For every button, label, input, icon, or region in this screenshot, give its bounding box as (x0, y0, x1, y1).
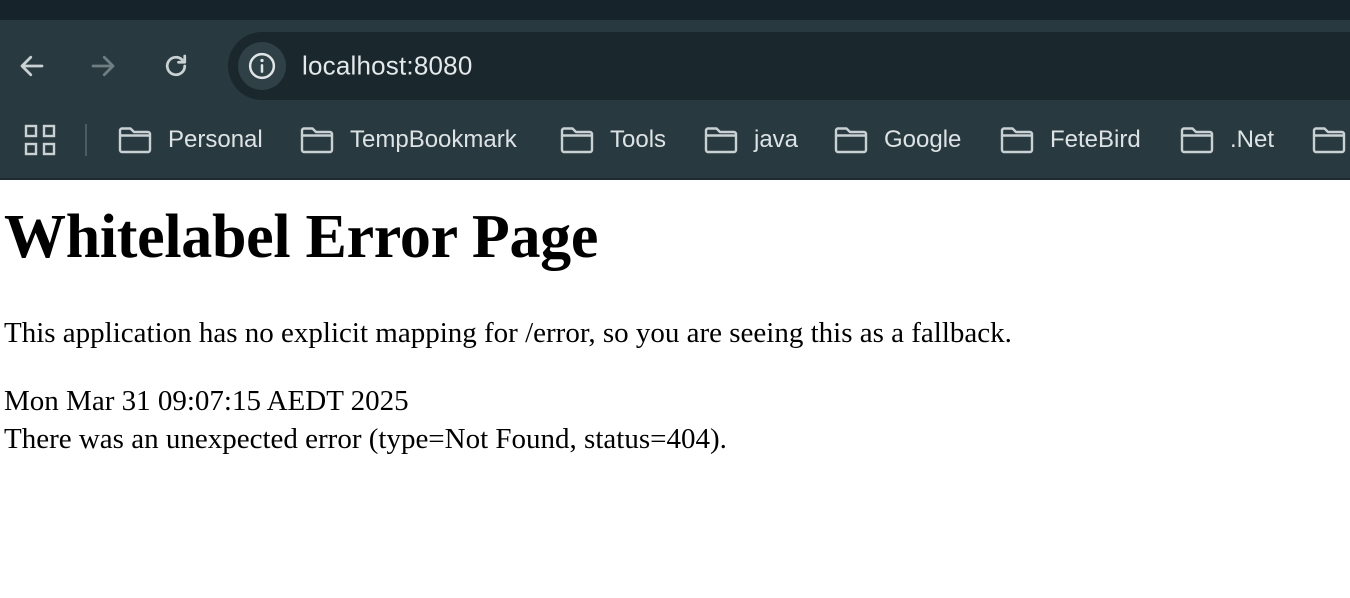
bookmark-label: Google (884, 126, 962, 153)
arrow-left-icon (20, 55, 44, 77)
reload-icon (165, 54, 187, 77)
back-button[interactable] (15, 49, 49, 83)
bookmark-folder-dotnet[interactable]: .Net (1180, 100, 1275, 178)
address-bar[interactable]: localhost:8080 (228, 32, 1350, 100)
folder-icon (704, 127, 738, 154)
bookmark-label: Tools (610, 126, 667, 153)
site-info-button[interactable] (238, 42, 286, 90)
folder-icon (834, 127, 868, 154)
bookmarks-bar: Personal TempBookmark Tools java Google (0, 100, 1350, 180)
bookmarks-divider (85, 124, 87, 156)
browser-toolbar: localhost:8080 (0, 20, 1350, 100)
bookmark-folder-tools[interactable]: Tools (560, 100, 667, 178)
info-icon (248, 52, 276, 80)
bookmark-folder-fetebird[interactable]: FeteBird (1000, 100, 1141, 178)
bookmark-label: TempBookmark (350, 126, 517, 153)
bookmark-folder-google[interactable]: Google (834, 100, 962, 178)
folder-icon (300, 127, 334, 154)
page-title: Whitelabel Error Page (4, 203, 599, 271)
bookmark-folder-overflow[interactable] (1312, 100, 1350, 178)
url-text[interactable]: localhost:8080 (302, 51, 472, 82)
browser-title-strip (0, 0, 1350, 20)
folder-icon (1000, 127, 1034, 154)
bookmark-label: .Net (1230, 126, 1275, 153)
bookmark-folder-java[interactable]: java (704, 100, 799, 178)
bookmark-label: java (754, 126, 799, 153)
error-detail: There was an unexpected error (type=Not … (4, 423, 727, 455)
bookmark-folder-personal[interactable]: Personal (118, 100, 263, 178)
bookmark-label: FeteBird (1050, 126, 1141, 153)
apps-grid-icon[interactable] (24, 124, 56, 156)
folder-icon (118, 127, 152, 154)
forward-button[interactable] (86, 49, 120, 83)
reload-button[interactable] (159, 49, 193, 83)
bookmark-label: Personal (168, 126, 263, 153)
arrow-right-icon (91, 55, 115, 77)
folder-icon (560, 127, 594, 154)
error-message: This application has no explicit mapping… (4, 317, 1012, 349)
page-content: Whitelabel Error Page This application h… (0, 180, 1350, 456)
folder-icon (1180, 127, 1214, 154)
bookmark-folder-tempbookmark[interactable]: TempBookmark (300, 100, 517, 178)
folder-icon (1312, 127, 1346, 154)
error-timestamp: Mon Mar 31 09:07:15 AEDT 2025 (4, 385, 409, 417)
